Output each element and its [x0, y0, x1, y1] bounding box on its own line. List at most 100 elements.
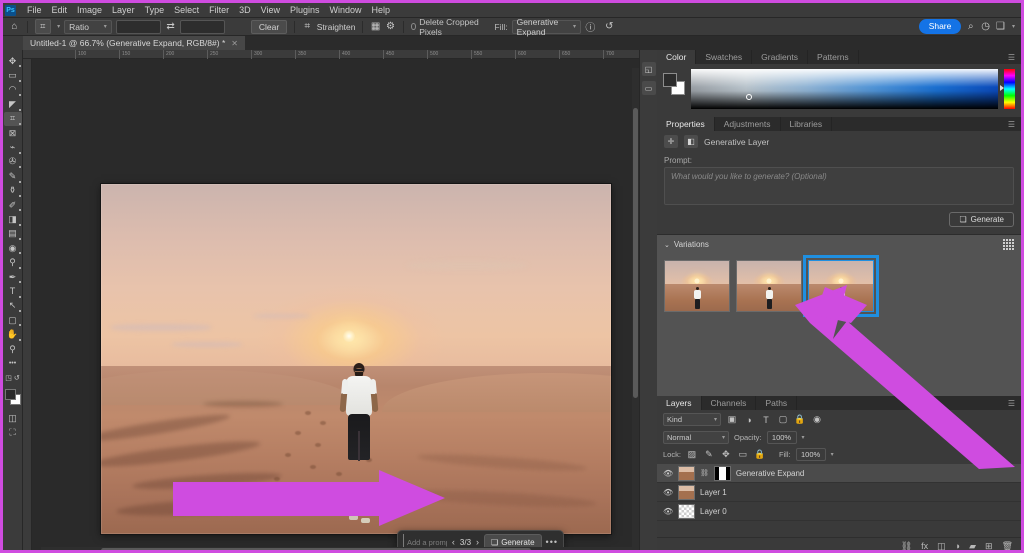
fill-value[interactable]: 100% [796, 448, 826, 461]
chevron-down-icon[interactable]: ▾ [831, 451, 834, 458]
eye-icon[interactable]: 👁 [663, 488, 673, 497]
layer-mask-thumbnail[interactable] [714, 466, 731, 481]
eye-icon[interactable]: 👁 [663, 469, 673, 478]
tab-swatches[interactable]: Swatches [696, 50, 752, 64]
path-selection-tool[interactable]: ↖ [4, 299, 22, 313]
tab-patterns[interactable]: Patterns [808, 50, 859, 64]
crop-width-input[interactable] [116, 20, 161, 34]
straighten-label[interactable]: Straighten [317, 22, 356, 32]
share-button[interactable]: Share [919, 19, 962, 34]
history-brush-tool[interactable]: ✐ [4, 198, 22, 212]
variation-thumbnail-3[interactable] [808, 260, 874, 312]
layer-thumbnail[interactable] [678, 504, 695, 519]
smart-object-filter-icon[interactable]: 🔒 [794, 414, 806, 425]
hand-tool[interactable]: ✋ [4, 327, 22, 341]
clear-button[interactable]: Clear [251, 20, 287, 34]
hue-strip[interactable] [1004, 69, 1015, 109]
variation-thumbnail-1[interactable] [664, 260, 730, 312]
lock-artboard-icon[interactable]: ▭ [737, 449, 749, 460]
chevron-down-icon[interactable]: ⌄ [664, 241, 670, 249]
document-tab[interactable]: Untitled-1 @ 66.7% (Generative Expand, R… [23, 36, 246, 50]
history-panel-icon[interactable]: ◱ [642, 62, 656, 76]
canvas-horizontal-scrollbar[interactable] [41, 547, 632, 553]
clone-stamp-tool[interactable]: ⚱ [4, 184, 22, 198]
lasso-tool[interactable]: ◠ [4, 83, 22, 97]
menu-item-view[interactable]: View [256, 3, 285, 18]
default-colors-icon[interactable]: ◳ ↺ [4, 371, 22, 385]
search-icon[interactable]: ⌕ [965, 20, 976, 34]
reset-icon[interactable]: ↺ [604, 20, 615, 34]
zoom-tool[interactable]: ⚲ [4, 342, 22, 356]
panel-menu-icon[interactable]: ☰ [1008, 399, 1016, 408]
grid-view-icon[interactable] [1003, 239, 1014, 250]
variations-header[interactable]: ⌄ Variations [657, 235, 1021, 254]
adjustment-layer-icon[interactable]: ◑ [955, 541, 960, 551]
tab-libraries[interactable]: Libraries [781, 117, 833, 131]
menu-item-3d[interactable]: 3D [234, 3, 256, 18]
quick-mask-icon[interactable]: ◫ [4, 411, 22, 425]
tab-gradients[interactable]: Gradients [752, 50, 808, 64]
tab-paths[interactable]: Paths [756, 396, 797, 410]
layer-kind-select[interactable]: Kind ▾ [663, 413, 721, 426]
info-icon[interactable]: ⓘ [585, 20, 596, 34]
gear-icon[interactable]: ⚙ [385, 20, 396, 34]
blend-mode-select[interactable]: Normal ▾ [663, 431, 729, 444]
lock-transparent-icon[interactable]: ▨ [686, 449, 698, 460]
chevron-right-icon[interactable]: › [475, 537, 480, 547]
screen-mode-icon[interactable]: ⛶ [4, 425, 22, 439]
adjustment-filter-icon[interactable]: ◑ [743, 415, 755, 425]
chevron-down-icon[interactable]: ▾ [57, 23, 60, 30]
swap-arrows-icon[interactable]: ⇄ [165, 20, 176, 34]
color-swatch-pair[interactable] [663, 73, 685, 95]
document-canvas[interactable] [101, 184, 611, 534]
menu-item-plugins[interactable]: Plugins [285, 3, 325, 18]
menu-item-edit[interactable]: Edit [47, 3, 73, 18]
new-group-icon[interactable]: ▰ [969, 541, 976, 552]
table-row[interactable]: 👁 ⛓ Generative Expand [657, 464, 1021, 483]
tab-channels[interactable]: Channels [702, 396, 757, 410]
new-layer-icon[interactable]: ⊞ [985, 541, 993, 552]
delete-cropped-pixels-checkbox[interactable]: Delete Cropped Pixels [411, 17, 479, 37]
color-swatches[interactable] [5, 389, 21, 405]
spot-healing-brush-tool[interactable]: ✇ [4, 155, 22, 169]
prompt-textarea[interactable]: What would you like to generate? (Option… [664, 167, 1014, 205]
lock-all-icon[interactable]: 🔒 [754, 449, 766, 460]
type-filter-icon[interactable]: T [760, 415, 772, 425]
shape-filter-icon[interactable]: ▢ [777, 414, 789, 425]
dodge-tool[interactable]: ⚲ [4, 255, 22, 269]
lock-position-icon[interactable]: ✥ [720, 449, 732, 460]
chevron-down-icon[interactable]: ▾ [1012, 23, 1015, 30]
crop-tool[interactable]: ⌗ [4, 112, 22, 126]
panel-menu-icon[interactable]: ☰ [1008, 120, 1016, 129]
chevron-left-icon[interactable]: ‹ [451, 537, 456, 547]
pen-tool[interactable]: ✒ [4, 270, 22, 284]
foreground-color-swatch[interactable] [5, 389, 16, 400]
layer-thumbnail[interactable] [678, 485, 695, 500]
menu-item-type[interactable]: Type [140, 3, 170, 18]
eye-icon[interactable]: 👁 [663, 507, 673, 516]
menu-item-file[interactable]: File [22, 3, 47, 18]
properties-generate-button[interactable]: ❏ Generate [949, 212, 1014, 227]
transform-icon[interactable]: ✛ [664, 135, 678, 148]
pixel-filter-icon[interactable]: ▣ [726, 414, 738, 425]
frame-tool[interactable]: ⊠ [4, 126, 22, 140]
menu-item-select[interactable]: Select [169, 3, 204, 18]
help-icon[interactable]: ◷ [980, 20, 991, 34]
lock-image-icon[interactable]: ✎ [703, 449, 715, 460]
crop-ratio-select[interactable]: Ratio ▾ [64, 20, 112, 34]
canvas-viewport[interactable]: Add a prompt ‹ 3/3 › ❏ Generate ••• [32, 59, 639, 553]
menu-item-filter[interactable]: Filter [204, 3, 234, 18]
tab-layers[interactable]: Layers [657, 396, 702, 410]
close-icon[interactable]: ✕ [231, 39, 238, 48]
tab-properties[interactable]: Properties [657, 117, 715, 131]
move-tool[interactable]: ✥ [4, 54, 22, 68]
tab-adjustments[interactable]: Adjustments [715, 117, 781, 131]
generative-layer-icon[interactable]: ◧ [684, 135, 698, 148]
panel-menu-icon[interactable]: ☰ [1008, 53, 1016, 62]
brush-tool[interactable]: ✎ [4, 169, 22, 183]
color-ramp[interactable] [691, 69, 998, 109]
table-row[interactable]: 👁 Layer 0 [657, 502, 1021, 521]
layer-thumbnail[interactable] [678, 466, 695, 481]
layer-style-icon[interactable]: fx [921, 541, 928, 551]
home-icon[interactable]: ⌂ [9, 20, 20, 34]
